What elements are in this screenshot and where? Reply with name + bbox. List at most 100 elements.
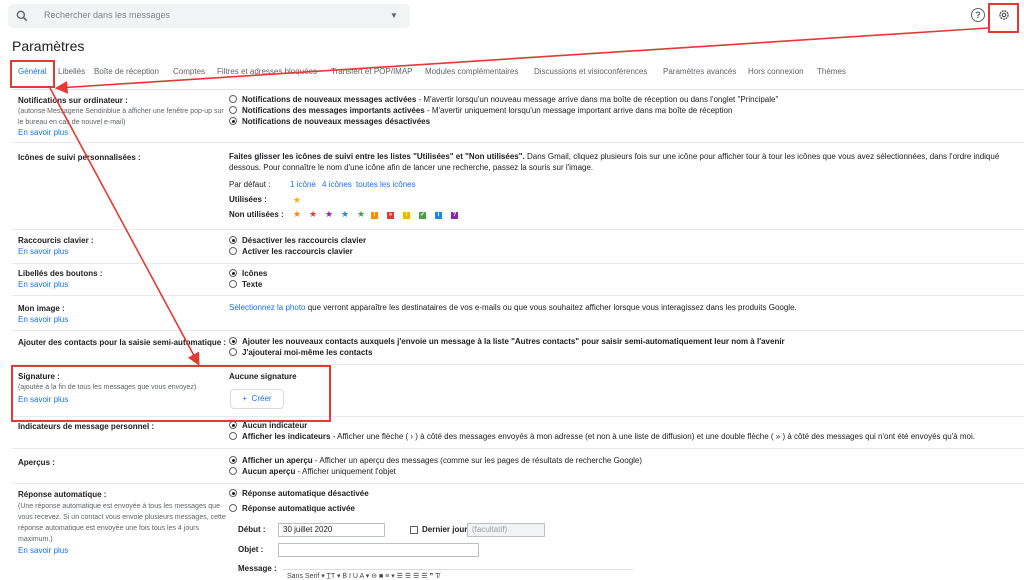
radio-button[interactable]	[229, 247, 237, 255]
radio-button[interactable]	[229, 504, 237, 512]
tab-themes[interactable]: Thèmes	[817, 67, 846, 76]
red-star-icon[interactable]: ★	[309, 209, 317, 220]
learn-more-link[interactable]: En savoir plus	[18, 546, 68, 555]
radio-button[interactable]	[229, 95, 237, 103]
stars-used-label: Utilisées :	[229, 195, 267, 204]
search-options-icon[interactable]: ▼	[390, 11, 398, 20]
tab-filters[interactable]: Filtres et adresses bloquées	[217, 67, 317, 76]
last-day-checkbox[interactable]	[410, 526, 418, 534]
auto-reply-on-option[interactable]: Réponse automatique activée	[229, 504, 355, 513]
notif-option-all[interactable]: Notifications de nouveaux messages activ…	[229, 95, 778, 104]
annotation-box-settings	[988, 3, 1019, 33]
row-previews: Aperçus : Afficher un aperçu - Afficher …	[12, 449, 1024, 484]
auto-reply-off-option[interactable]: Réponse automatique désactivée	[229, 489, 369, 498]
learn-more-link[interactable]: En savoir plus	[18, 247, 68, 256]
more-vert-icon[interactable]: ⋮	[1020, 8, 1024, 21]
notifications-desc-2: le bureau en cas de nouvel e-mail)	[18, 119, 126, 126]
green-star-icon[interactable]: ★	[357, 209, 365, 220]
shortcuts-off-option[interactable]: Désactiver les raccourcis clavier	[229, 236, 366, 245]
message-label: Message :	[238, 564, 277, 573]
notif-option-important[interactable]: Notifications des messages importants ac…	[229, 106, 732, 115]
row-shortcuts: Raccourcis clavier : En savoir plus Désa…	[12, 230, 1024, 264]
last-day-input[interactable]: (facultatif)	[467, 523, 545, 537]
learn-more-link[interactable]: En savoir plus	[18, 128, 68, 137]
indicators-label: Indicateurs de message personnel :	[18, 422, 155, 431]
notifications-label: Notifications sur ordinateur :	[18, 96, 128, 105]
row-personal-indicators: Indicateurs de message personnel : Aucun…	[12, 417, 1024, 449]
learn-more-link[interactable]: En savoir plus	[18, 315, 68, 324]
row-star-icons: Icônes de suivi personnalisées : Faites …	[12, 143, 1024, 230]
tab-advanced[interactable]: Paramètres avancés	[663, 67, 736, 76]
radio-button[interactable]	[229, 280, 237, 288]
message-format-toolbar[interactable]: Sans Serif ▾ T̲T ▾ B I U A ▾ ⊖ ■ ≡ ▾ ☰ ☰…	[283, 569, 633, 580]
radio-button[interactable]	[229, 106, 237, 114]
my-image-text: Sélectionnez la photo que verront appara…	[229, 303, 797, 312]
tab-accounts[interactable]: Comptes	[173, 67, 205, 76]
stars-preset-4[interactable]: 4 icônes	[322, 179, 352, 191]
stars-intro-line2: dessous. Pour connaître le nom d'une icô…	[229, 163, 594, 172]
help-icon[interactable]: ?	[971, 8, 985, 22]
radio-button-selected[interactable]	[229, 421, 237, 429]
green-check-icon[interactable]: ✔	[419, 212, 426, 219]
yellow-bang-icon[interactable]: !	[403, 212, 410, 219]
radio-button-selected[interactable]	[229, 117, 237, 125]
radio-button[interactable]	[229, 432, 237, 440]
annotation-box-signature	[11, 365, 331, 422]
start-date-label: Début :	[238, 525, 266, 534]
show-indicators-option[interactable]: Afficher les indicateurs - Afficher une …	[229, 432, 975, 441]
stars-label: Icônes de suivi personnalisées :	[18, 153, 141, 162]
annotation-box-general-tab	[10, 60, 55, 88]
subject-input[interactable]	[278, 543, 479, 557]
purple-star-icon[interactable]: ★	[325, 209, 333, 220]
radio-button[interactable]	[229, 467, 237, 475]
row-notifications: Notifications sur ordinateur : (autorise…	[12, 91, 1024, 143]
radio-button[interactable]	[229, 348, 237, 356]
auto-reply-desc-3: réponse automatique est envoyée une fois…	[18, 525, 199, 532]
my-image-label: Mon image :	[18, 304, 65, 313]
radio-button-selected[interactable]	[229, 337, 237, 345]
search-icon[interactable]	[15, 9, 29, 23]
auto-reply-desc-1: (Une réponse automatique est envoyée à t…	[18, 503, 220, 510]
search-bar[interactable]: Rechercher dans les messages ▼	[8, 4, 410, 28]
stars-preset-1[interactable]: 1 icône	[290, 179, 316, 191]
auto-reply-desc-4: maximum.)	[18, 536, 53, 543]
notifications-desc-1: (autorise Messagerie Sendinblue à affich…	[18, 108, 224, 115]
radio-button-selected[interactable]	[229, 269, 237, 277]
top-bar: Rechercher dans les messages ▼ ? ⋮	[0, 0, 1024, 34]
tab-chat[interactable]: Discussions et visioconférences	[534, 67, 647, 76]
learn-more-link[interactable]: En savoir plus	[18, 280, 68, 289]
radio-button-selected[interactable]	[229, 456, 237, 464]
tab-labels[interactable]: Libellés	[58, 67, 85, 76]
auto-reply-desc-2: vous recevez. Si un contact vous envoie …	[18, 514, 226, 521]
yellow-star-icon[interactable]: ★	[293, 195, 301, 206]
stars-preset-all[interactable]: toutes les icônes	[356, 179, 416, 191]
red-bang-icon[interactable]: »	[387, 212, 394, 219]
shortcuts-label: Raccourcis clavier :	[18, 236, 94, 245]
labels-text-option[interactable]: Texte	[229, 280, 262, 289]
orange-bang-icon[interactable]: !	[371, 212, 378, 219]
select-photo-link[interactable]: Sélectionnez la photo	[229, 303, 306, 312]
show-preview-option[interactable]: Afficher un aperçu - Afficher un aperçu …	[229, 456, 642, 465]
labels-icons-option[interactable]: Icônes	[229, 269, 267, 278]
previews-label: Aperçus :	[18, 458, 55, 467]
blue-star-icon[interactable]: ★	[341, 209, 349, 220]
tab-addons[interactable]: Modules complémentaires	[425, 67, 518, 76]
search-input[interactable]: Rechercher dans les messages	[44, 10, 170, 20]
contacts-auto-option[interactable]: Ajouter les nouveaux contacts auxquels j…	[229, 337, 785, 346]
no-indicators-option[interactable]: Aucun indicateur	[229, 421, 307, 430]
orange-star-icon[interactable]: ★	[293, 209, 301, 220]
radio-button-selected[interactable]	[229, 236, 237, 244]
shortcuts-on-option[interactable]: Activer les raccourcis clavier	[229, 247, 353, 256]
notif-option-off[interactable]: Notifications de nouveaux messages désac…	[229, 117, 430, 126]
blue-info-icon[interactable]: i	[435, 212, 442, 219]
no-preview-option[interactable]: Aucun aperçu - Afficher uniquement l'obj…	[229, 467, 396, 476]
row-autocomplete-contacts: Ajouter des contacts pour la saisie semi…	[12, 331, 1024, 365]
purple-question-icon[interactable]: ?	[451, 212, 458, 219]
contacts-manual-option[interactable]: J'ajouterai moi-même les contacts	[229, 348, 372, 357]
radio-button-selected[interactable]	[229, 489, 237, 497]
start-date-input[interactable]: 30 juillet 2020	[278, 523, 385, 537]
row-my-image: Mon image : En savoir plus Sélectionnez …	[12, 296, 1024, 331]
tab-inbox[interactable]: Boîte de réception	[94, 67, 159, 76]
tab-offline[interactable]: Hors connexion	[748, 67, 804, 76]
tab-forwarding[interactable]: Transfert et POP/IMAP	[331, 67, 413, 76]
